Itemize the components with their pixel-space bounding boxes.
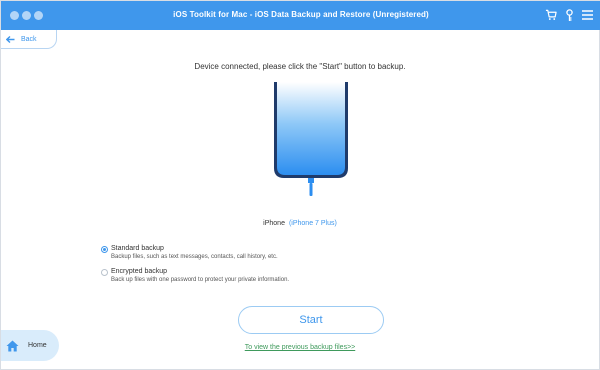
app-window: iOS Toolkit for Mac - iOS Data Backup an…: [0, 0, 600, 370]
option-title: Encrypted backup: [111, 268, 168, 275]
start-button[interactable]: Start: [238, 306, 384, 334]
key-icon[interactable]: [563, 8, 575, 22]
option-description: Back up files with one password to prote…: [111, 277, 290, 283]
device-name: iPhone: [263, 220, 285, 227]
option-title: Standard backup: [111, 245, 164, 252]
device-info: iPhone (iPhone 7 Plus): [1, 220, 599, 227]
option-description: Backup files, such as text messages, con…: [111, 254, 278, 260]
standard-backup-radio[interactable]: [101, 246, 108, 253]
previous-backup-link[interactable]: To view the previous backup files>>: [1, 344, 599, 351]
phone-illustration: [272, 82, 352, 202]
instruction-text: Device connected, please click the "Star…: [194, 62, 406, 71]
title-bar: iOS Toolkit for Mac - iOS Data Backup an…: [1, 1, 600, 30]
encrypted-backup-radio[interactable]: [101, 269, 108, 276]
window-title: iOS Toolkit for Mac - iOS Data Backup an…: [173, 10, 429, 19]
cart-icon[interactable]: [545, 8, 557, 22]
back-arrow-icon: [6, 35, 15, 43]
back-label: Back: [21, 35, 37, 43]
toolbar-icons: [545, 8, 593, 22]
menu-icon[interactable]: [581, 8, 593, 22]
device-model: (iPhone 7 Plus): [288, 220, 337, 227]
back-button[interactable]: Back: [1, 30, 57, 49]
